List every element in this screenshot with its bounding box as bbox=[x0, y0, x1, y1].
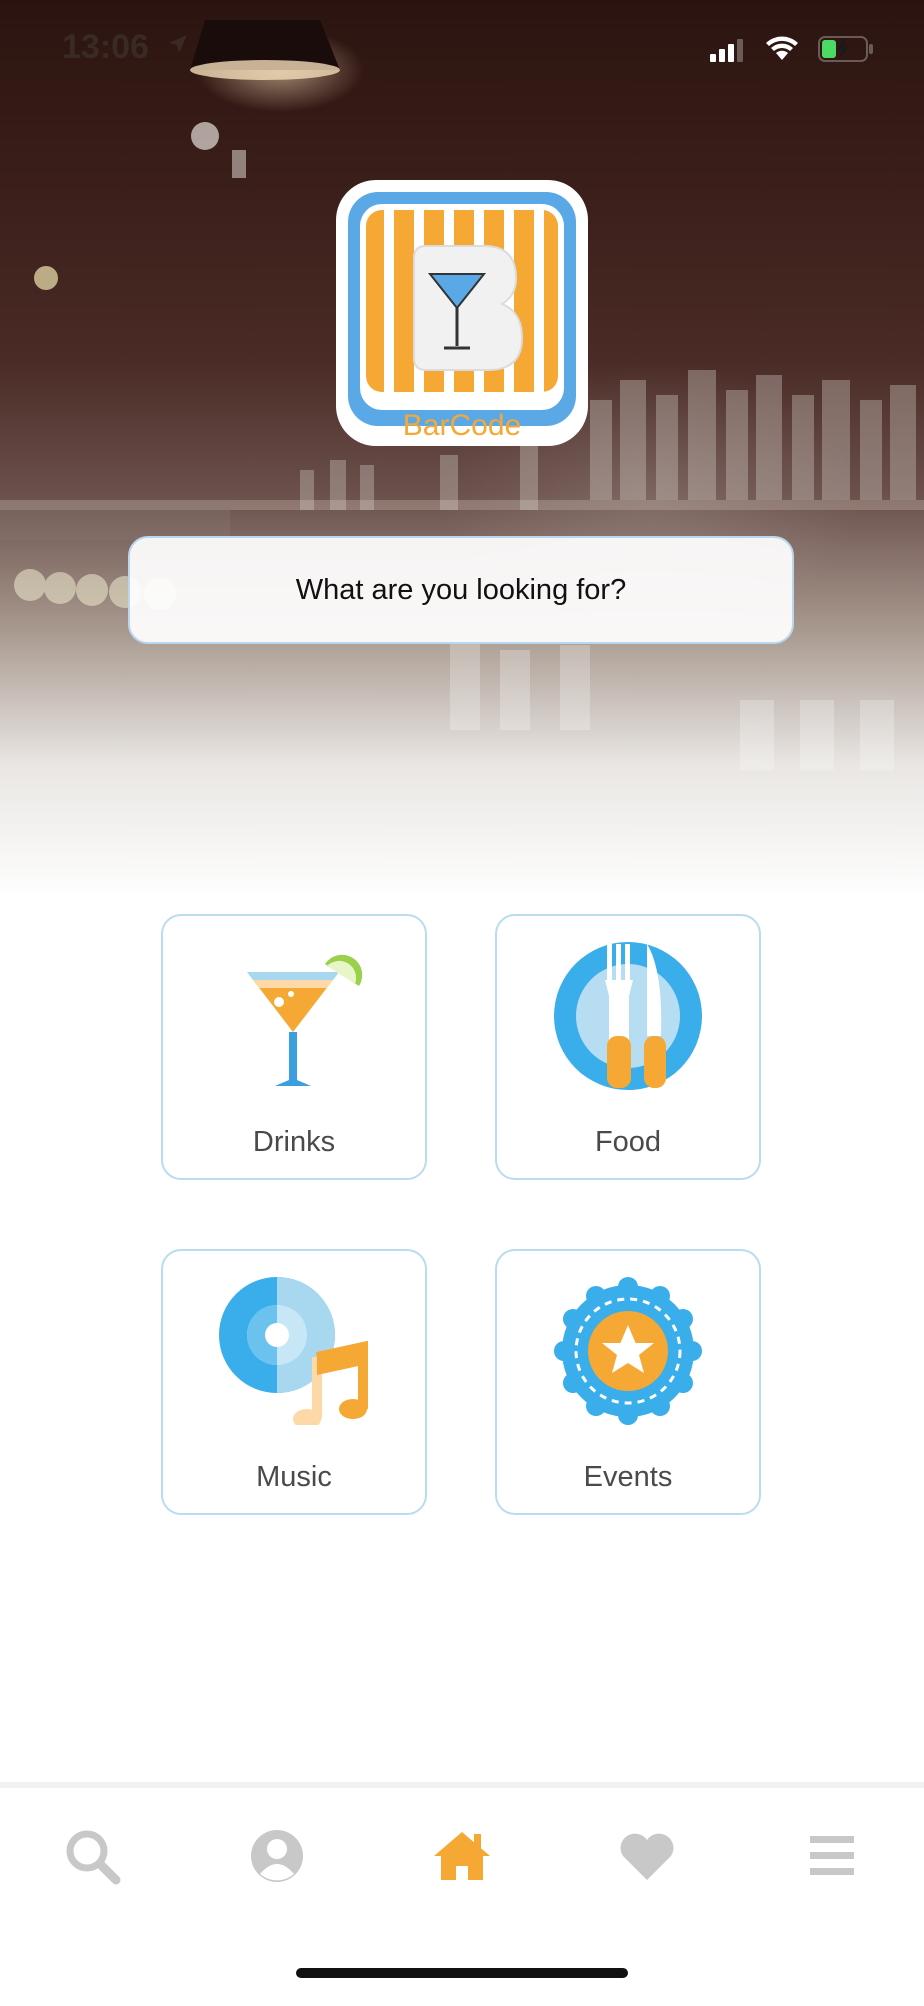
tab-menu[interactable] bbox=[802, 1826, 862, 1886]
category-label-events: Events bbox=[583, 1461, 673, 1493]
home-icon bbox=[434, 1832, 490, 1880]
category-tile-music[interactable]: Music bbox=[161, 1249, 427, 1515]
battery-charging-icon bbox=[818, 36, 873, 62]
category-label-food: Food bbox=[594, 1126, 662, 1158]
status-bar: 13:06 bbox=[0, 0, 924, 100]
tab-profile[interactable] bbox=[247, 1826, 307, 1886]
tab-home[interactable] bbox=[432, 1826, 492, 1886]
bar-background-image bbox=[0, 0, 924, 900]
category-tile-events[interactable]: Events bbox=[495, 1249, 761, 1515]
search-icon bbox=[66, 1830, 121, 1885]
category-tile-food[interactable]: Food bbox=[495, 914, 761, 1180]
tab-favorites[interactable] bbox=[617, 1826, 677, 1886]
user-icon bbox=[251, 1830, 303, 1882]
menu-icon bbox=[810, 1836, 854, 1875]
category-tile-drinks[interactable]: Drinks bbox=[161, 914, 427, 1180]
status-time: 13:06 bbox=[62, 28, 149, 66]
tab-search[interactable] bbox=[62, 1826, 122, 1886]
search-prompt-button[interactable]: What are you looking for? bbox=[128, 536, 794, 644]
barcode-app-logo: BarCode bbox=[334, 178, 590, 448]
logo-wordmark: BarCode bbox=[403, 409, 521, 442]
home-indicator bbox=[296, 1968, 628, 1978]
star-badge-icon bbox=[554, 1277, 702, 1425]
cellular-signal-icon bbox=[710, 39, 743, 62]
category-label-drinks: Drinks bbox=[252, 1126, 336, 1158]
category-label-music: Music bbox=[256, 1461, 332, 1493]
wifi-icon bbox=[766, 36, 798, 60]
cocktail-icon bbox=[247, 954, 363, 1086]
fork-knife-plate-icon bbox=[554, 942, 702, 1090]
heart-icon bbox=[620, 1833, 674, 1880]
location-arrow-icon bbox=[169, 35, 187, 53]
music-disc-icon bbox=[219, 1277, 368, 1425]
search-prompt-label: What are you looking for? bbox=[295, 573, 627, 606]
